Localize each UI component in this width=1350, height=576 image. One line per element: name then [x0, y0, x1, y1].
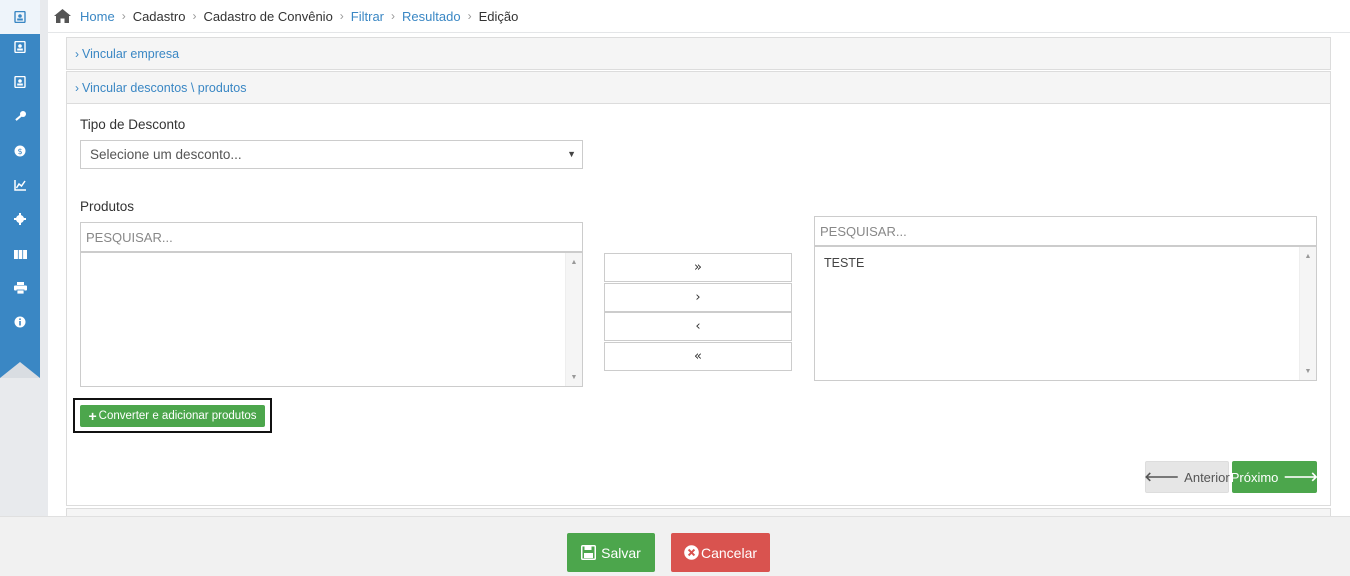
move-right-button[interactable]: ›: [604, 283, 792, 312]
button-label: Salvar: [601, 544, 641, 561]
scroll-up-icon[interactable]: ▲: [566, 255, 582, 269]
sidebar-item-key[interactable]: [0, 99, 40, 133]
move-all-right-button[interactable]: »: [604, 253, 792, 282]
sidebar-item-reports[interactable]: [0, 168, 40, 202]
breadcrumb-separator: ›: [192, 9, 197, 23]
scrollbar[interactable]: ▲ ▼: [565, 253, 582, 386]
panel-title: Vincular descontos \ produtos: [82, 80, 247, 95]
next-button[interactable]: Próximo 🡒: [1230, 461, 1319, 493]
breadcrumb-filtrar[interactable]: Filtrar: [351, 9, 384, 24]
sidebar-item-info[interactable]: [0, 305, 40, 339]
sidebar-item-finance[interactable]: $: [0, 134, 40, 168]
panel-title: Vincular empresa: [82, 46, 180, 61]
contact-icon: [14, 11, 26, 23]
breadcrumb: Home › Cadastro › Cadastro de Convênio ›…: [48, 0, 1350, 33]
left-search-input[interactable]: PESQUISAR...: [80, 222, 583, 252]
close-circle-icon: [684, 545, 699, 560]
caret-down-icon: ▼: [567, 149, 576, 159]
floppy-icon: [581, 545, 597, 560]
key-icon: [14, 110, 26, 121]
breadcrumb-cadastro: Cadastro: [132, 8, 186, 24]
sidebar-item-print[interactable]: [0, 271, 40, 305]
button-label: Converter e adicionar produtos: [98, 410, 257, 422]
breadcrumb-resultado[interactable]: Resultado: [402, 9, 461, 24]
print-icon: [13, 282, 27, 294]
gear-icon: [14, 213, 26, 225]
sidebar-item-contacts-3[interactable]: [0, 65, 40, 99]
list-item[interactable]: TESTE: [815, 247, 1316, 270]
sidebar-collapse-toggle[interactable]: [0, 362, 40, 378]
cancel-button[interactable]: Cancelar: [671, 533, 770, 572]
breadcrumb-separator: ›: [339, 9, 344, 23]
produtos-label: Produtos: [80, 199, 135, 214]
sidebar-item-contacts[interactable]: [0, 0, 40, 34]
plus-icon: +: [88, 408, 97, 424]
selected-products-list[interactable]: TESTE ▲ ▼: [814, 246, 1317, 381]
sidebar-item-settings[interactable]: [0, 202, 40, 236]
arrow-right-icon: 🡒: [1283, 469, 1319, 484]
grid-icon: [13, 249, 27, 259]
next-panel-header: [66, 508, 1331, 516]
dollar-icon: $: [14, 145, 26, 157]
breadcrumb-home[interactable]: Home: [80, 9, 115, 24]
tipo-desconto-select[interactable]: Selecione um desconto... ▼: [80, 140, 583, 169]
chart-icon: [13, 180, 26, 191]
scroll-up-icon[interactable]: ▲: [1300, 249, 1316, 263]
breadcrumb-cadastro-convenio: Cadastro de Convênio: [203, 8, 333, 24]
tipo-desconto-label: Tipo de Desconto: [80, 117, 186, 132]
move-all-left-button[interactable]: «: [604, 342, 792, 371]
scroll-down-icon[interactable]: ▼: [1300, 364, 1316, 378]
button-label: Cancelar: [700, 544, 758, 561]
sidebar-item-contacts-2[interactable]: [0, 30, 40, 64]
contact-icon: [14, 76, 26, 88]
info-icon: [14, 316, 26, 328]
save-button[interactable]: Salvar: [567, 533, 655, 572]
right-search-input[interactable]: PESQUISAR...: [814, 216, 1317, 246]
arrow-left-icon: 🡐: [1144, 469, 1180, 484]
move-left-button[interactable]: ‹: [604, 312, 792, 341]
chevron-right-icon: ›: [75, 46, 79, 61]
panel-vincular-empresa[interactable]: › Vincular empresa: [66, 37, 1331, 70]
home-icon[interactable]: [54, 8, 72, 24]
sidebar-divider: [40, 0, 48, 516]
breadcrumb-separator: ›: [121, 9, 126, 23]
sidebar-item-table[interactable]: [0, 237, 40, 271]
scrollbar[interactable]: ▲ ▼: [1299, 247, 1316, 380]
contact-icon: [14, 41, 26, 53]
breadcrumb-edicao: Edição: [478, 8, 519, 24]
sidebar: $: [0, 0, 40, 378]
chevron-right-icon: ›: [75, 80, 79, 95]
previous-button[interactable]: 🡐 Anterior: [1144, 461, 1230, 493]
button-label: Próximo: [1230, 469, 1279, 485]
select-value: Selecione um desconto...: [90, 147, 242, 162]
available-products-list[interactable]: ▲ ▼: [80, 252, 583, 387]
svg-text:$: $: [17, 147, 22, 156]
breadcrumb-separator: ›: [467, 9, 472, 23]
breadcrumb-separator: ›: [391, 9, 396, 23]
scroll-down-icon[interactable]: ▼: [566, 370, 582, 384]
button-label: Anterior: [1184, 469, 1230, 485]
panel-vincular-descontos[interactable]: › Vincular descontos \ produtos: [66, 71, 1331, 104]
convert-add-products-button[interactable]: + Converter e adicionar produtos: [80, 405, 265, 427]
